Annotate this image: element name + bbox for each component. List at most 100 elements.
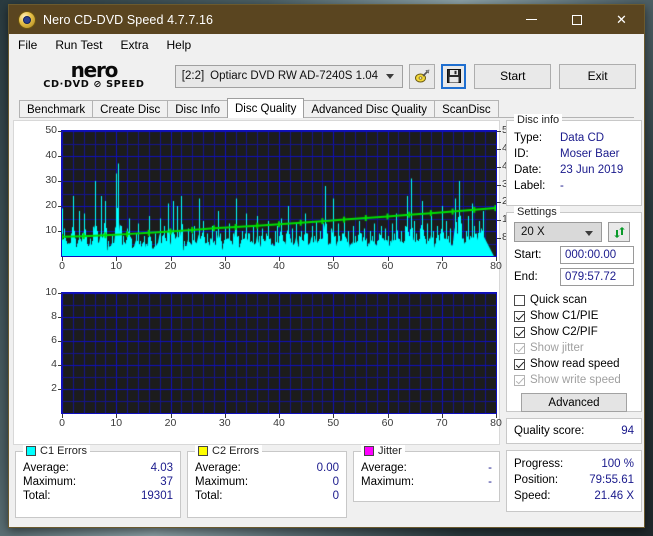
disc-info-row: Type: Data CD	[507, 130, 641, 146]
status-row: Position: 79:55.61	[507, 472, 641, 488]
stat-row: Average: 4.03	[16, 461, 180, 475]
c2-y-tick: 10	[45, 286, 57, 298]
tab-benchmark[interactable]: Benchmark	[19, 100, 94, 118]
c2-x-tickmark	[333, 414, 335, 418]
quality-score-value: 94	[621, 425, 634, 437]
c1-plot-area	[61, 130, 497, 257]
tab-disc-info[interactable]: Disc Info	[167, 100, 228, 118]
speed-y-tickmark	[497, 184, 501, 186]
stat-row: Total: 0	[188, 489, 346, 503]
end-input[interactable]: 079:57.72	[560, 268, 634, 286]
disc-id-value: Moser Baer	[560, 148, 620, 160]
stat-row: Maximum: -	[354, 475, 499, 489]
c2-x-tick: 40	[273, 417, 285, 429]
checkbox-label: Show jitter	[530, 342, 584, 354]
speed-label: Speed:	[514, 490, 551, 502]
c1-x-tickmark	[387, 257, 389, 261]
c2-x-tickmark	[170, 414, 172, 418]
checkbox-box	[514, 358, 525, 370]
checkbox-label: Show read speed	[530, 358, 620, 370]
menu-item-extra[interactable]: Extra	[120, 38, 148, 52]
settings-title: Settings	[514, 206, 560, 218]
tab-advanced-disc-quality[interactable]: Advanced Disc Quality	[303, 100, 436, 118]
disc-info-row: Label: -	[507, 178, 641, 194]
drive-select[interactable]: [2:2] Optiarc DVD RW AD-7240S 1.04	[174, 64, 404, 88]
quality-score-group: Quality score: 94	[506, 418, 642, 444]
speed-value: 21.46 X	[594, 490, 634, 502]
minimize-button[interactable]	[509, 5, 554, 34]
exit-button[interactable]: Exit	[559, 63, 637, 89]
disc-date-value: 23 Jun 2019	[560, 164, 624, 176]
nero-wordmark: nero	[70, 58, 119, 82]
checkbox-show-c1-pie[interactable]: Show C1/PIE	[507, 308, 641, 324]
checkbox-box	[514, 310, 525, 322]
c1-maximum-value: 37	[160, 476, 173, 488]
menu-item-help[interactable]: Help	[167, 38, 192, 52]
c2-y-tickmark	[58, 293, 62, 294]
jitter-color-swatch	[364, 446, 374, 456]
c2-y-tickmark	[58, 317, 62, 318]
c1-x-tickmark	[441, 257, 443, 261]
c2-maximum-value: 0	[332, 476, 339, 488]
progress-value: 100 %	[601, 458, 634, 470]
c1-x-tick: 30	[218, 260, 231, 272]
end-field-label: End:	[514, 271, 538, 283]
chevron-down-icon	[386, 73, 395, 79]
c1-y-tickmark	[58, 131, 62, 132]
stat-row: Maximum: 0	[188, 475, 346, 489]
c1-x-tick: 0	[59, 260, 65, 272]
jitter-average-label: Average:	[361, 462, 407, 474]
nero-disc-icon	[18, 10, 36, 29]
jitter-maximum-label: Maximum:	[361, 476, 415, 488]
eject-disc-icon-button[interactable]	[409, 63, 435, 89]
c1-average-label: Average:	[23, 462, 69, 474]
c2-y-tick: 6	[51, 334, 57, 346]
c2-color-swatch	[198, 446, 208, 456]
quality-score-row: Quality score: 94	[507, 423, 641, 439]
status-group: Progress: 100 % Position: 79:55.61 Speed: 2…	[506, 450, 642, 512]
speed-select[interactable]: 20 X	[514, 222, 602, 242]
position-value: 79:55.61	[589, 474, 634, 486]
advanced-button[interactable]: Advanced	[521, 393, 627, 412]
save-floppy-icon	[446, 69, 461, 83]
chevron-down-icon	[585, 231, 593, 236]
start-field-label: Start:	[514, 249, 542, 261]
speed-y-tickmark	[497, 148, 501, 150]
c2-y-tick: 4	[51, 358, 57, 370]
disc-info-row: Date: 23 Jun 2019	[507, 162, 641, 178]
c2-x-tickmark	[496, 414, 497, 418]
disc-id-label: ID:	[514, 148, 529, 160]
save-floppy-icon-button[interactable]	[440, 63, 467, 89]
c1-y-tickmark	[58, 156, 62, 157]
checkbox-show-write-speed: Show write speed	[507, 372, 641, 388]
window-controls: ✕	[509, 5, 644, 34]
close-button[interactable]: ✕	[599, 5, 644, 34]
disc-label-label: Label:	[514, 180, 546, 192]
start-input[interactable]: 000:00.00	[560, 246, 634, 264]
checkbox-quick-scan[interactable]: Quick scan	[507, 292, 641, 308]
start-button[interactable]: Start	[474, 63, 552, 89]
c2-average-value: 0.00	[316, 462, 339, 474]
menu-item-run-test[interactable]: Run Test	[55, 38, 102, 52]
disc-date-label: Date:	[514, 164, 542, 176]
tab-create-disc[interactable]: Create Disc	[92, 100, 169, 118]
checkbox-show-read-speed[interactable]: Show read speed	[507, 356, 641, 372]
c1-x-tick: 40	[273, 260, 285, 272]
c1-plot-canvas	[62, 131, 496, 256]
drive-name-label: Optiarc DVD RW AD-7240S 1.04	[210, 70, 379, 82]
c1-total-value: 19301	[141, 490, 173, 502]
checkbox-show-c2-pif[interactable]: Show C2/PIF	[507, 324, 641, 340]
maximize-button[interactable]	[554, 5, 599, 34]
checkbox-box	[514, 374, 525, 386]
nero-subtitle: CD·DVD ⊘ SPEED	[43, 79, 145, 90]
c2-errors-title: C2 Errors	[195, 445, 263, 457]
menu-item-file[interactable]: File	[18, 38, 37, 52]
refresh-button[interactable]	[608, 222, 630, 242]
tab-scandisc[interactable]: ScanDisc	[434, 100, 499, 118]
tab-disc-quality[interactable]: Disc Quality	[227, 98, 305, 118]
eject-disc-icon	[414, 69, 430, 82]
disc-info-title: Disc info	[514, 114, 563, 126]
stat-row: Average: 0.00	[188, 461, 346, 475]
refresh-icon	[613, 226, 625, 238]
status-row: Progress: 100 %	[507, 456, 641, 472]
